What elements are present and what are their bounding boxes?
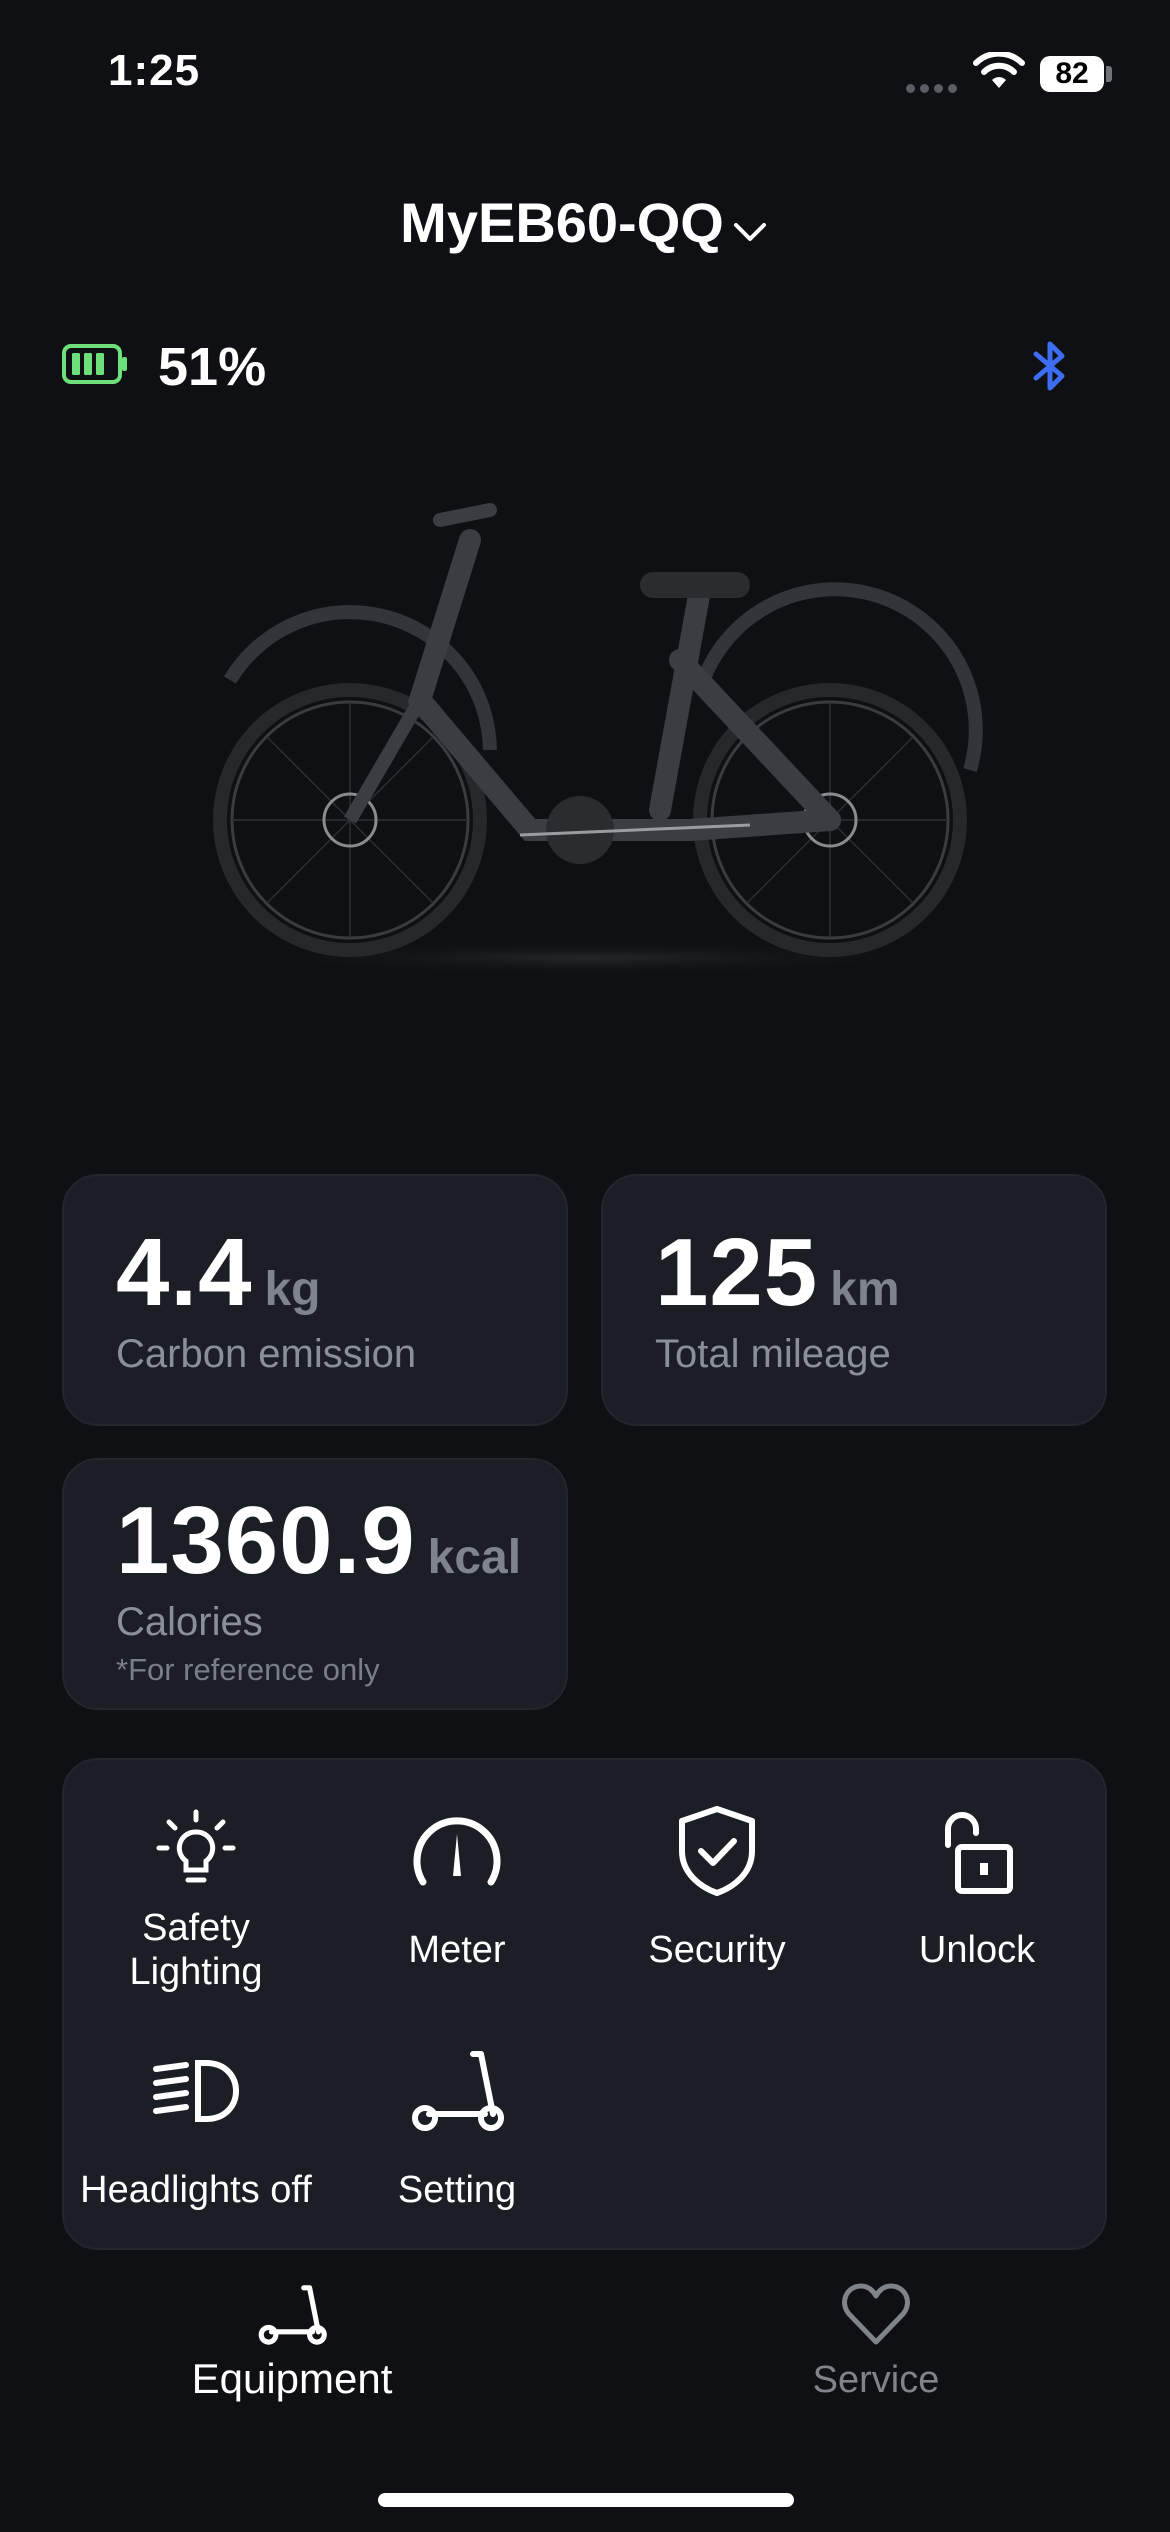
chevron-down-icon	[730, 195, 770, 260]
tab-equipment[interactable]: Equipment	[92, 2282, 492, 2403]
wifi-icon	[972, 50, 1026, 97]
gauge-icon	[327, 1796, 587, 1906]
mileage-unit: km	[830, 1263, 900, 1316]
status-time: 1:25	[108, 46, 201, 95]
total-mileage-card: 125 km Total mileage	[601, 1174, 1107, 1426]
headlights-off-label: Headlights off	[80, 2169, 312, 2211]
security-button[interactable]: Security	[587, 1796, 847, 1972]
calories-unit: kcal	[427, 1531, 522, 1584]
bulb-icon	[66, 1796, 326, 1906]
calories-card: 1360.9 kcal Calories *For reference only	[62, 1458, 568, 1710]
carbon-value: 4.4 kg	[116, 1219, 321, 1326]
carbon-label: Carbon emission	[116, 1332, 417, 1376]
cellular-signal-icon	[906, 80, 962, 98]
status-battery: 82	[1040, 56, 1104, 92]
device-name: MyEB60-QQ	[400, 191, 724, 254]
safety-lighting-label: Safety Lighting	[129, 1907, 263, 1993]
scooter-icon	[327, 2036, 587, 2146]
unlock-button[interactable]: Unlock	[847, 1796, 1107, 1972]
battery-level-icon	[62, 344, 128, 389]
meter-label: Meter	[408, 1929, 506, 1971]
bluetooth-icon[interactable]	[1026, 338, 1076, 399]
meter-button[interactable]: Meter	[327, 1796, 587, 1972]
battery-percent: 51%	[158, 337, 267, 397]
carbon-emission-card: 4.4 kg Carbon emission	[62, 1174, 568, 1426]
setting-button[interactable]: Setting	[327, 2036, 587, 2212]
status-battery-nub	[1106, 66, 1112, 82]
controls-panel: Safety Lighting Meter Security Unlock He…	[62, 1758, 1107, 2250]
mileage-value: 125 km	[655, 1219, 900, 1326]
device-selector[interactable]: MyEB60-QQ	[0, 190, 1170, 260]
unlock-label: Unlock	[918, 1929, 1036, 1971]
bike-image	[190, 490, 990, 990]
mileage-label: Total mileage	[655, 1332, 891, 1376]
headlight-icon	[66, 2036, 326, 2146]
headlights-off-button[interactable]: Headlights off	[66, 2036, 326, 2212]
tab-service-label: Service	[812, 2359, 940, 2401]
scooter-icon	[92, 2282, 492, 2353]
calories-note: *For reference only	[116, 1652, 380, 1687]
heart-icon	[676, 2282, 1076, 2353]
carbon-unit: kg	[264, 1263, 321, 1316]
tab-equipment-label: Equipment	[191, 2355, 393, 2402]
calories-label: Calories	[116, 1600, 263, 1644]
safety-lighting-button[interactable]: Safety Lighting	[66, 1796, 326, 1994]
tab-service[interactable]: Service	[676, 2282, 1076, 2402]
calories-value: 1360.9 kcal	[116, 1487, 522, 1594]
home-indicator[interactable]	[378, 2493, 794, 2507]
setting-label: Setting	[397, 2169, 517, 2211]
security-label: Security	[648, 1929, 786, 1971]
unlock-icon	[847, 1796, 1107, 1906]
shield-check-icon	[587, 1796, 847, 1906]
